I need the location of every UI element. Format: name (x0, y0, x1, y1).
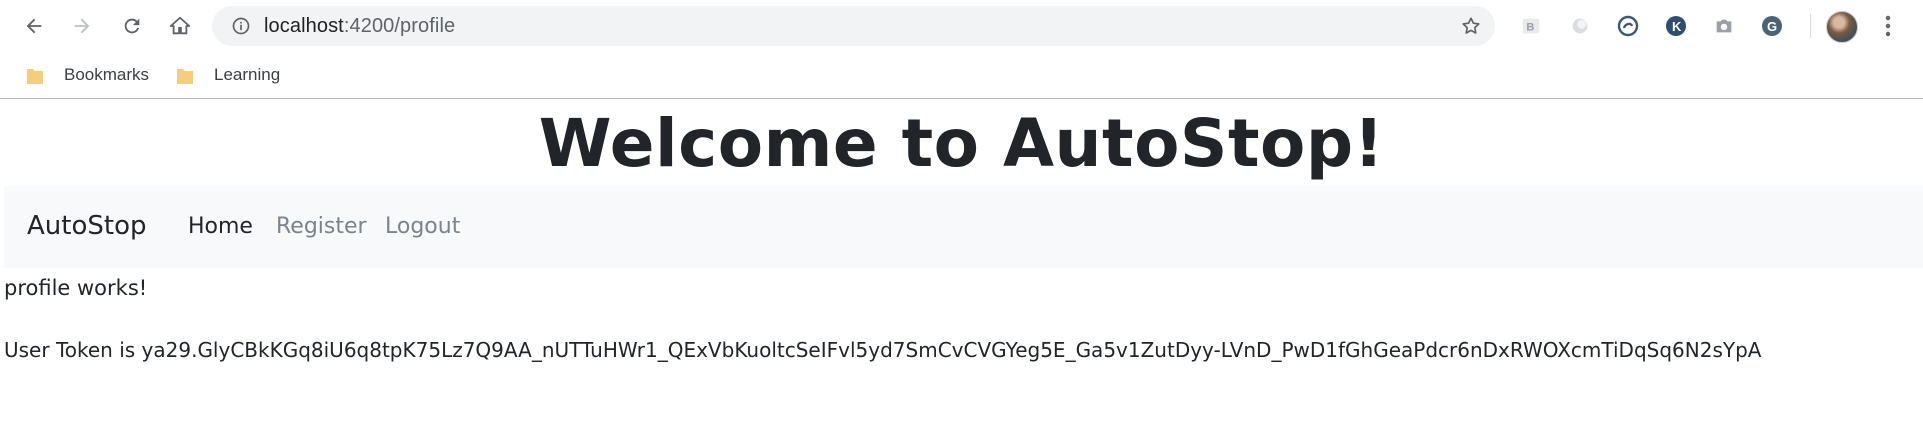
extension-b-icon[interactable]: B (1517, 12, 1545, 40)
extension-k-icon[interactable]: K (1662, 12, 1690, 40)
navbar: AutoStop Home Register Logout (4, 186, 1923, 268)
bookmark-folder-bookmarks[interactable]: Bookmarks (26, 62, 149, 88)
extension-swirl-icon[interactable] (1614, 12, 1642, 40)
reload-icon (124, 18, 140, 34)
info-icon[interactable] (230, 15, 252, 37)
nav-link-home[interactable]: Home (188, 214, 253, 240)
kebab-menu-icon[interactable] (1878, 12, 1898, 40)
home-button[interactable] (164, 10, 196, 42)
toolbar-divider (1810, 14, 1811, 38)
url-text[interactable]: localhost:4200/profile (264, 15, 455, 37)
forward-arrow-icon (74, 18, 90, 34)
nav-link-logout[interactable]: Logout (385, 214, 460, 240)
user-token-text: User Token is ya29.GlyCBkKGq8iU6q8tpK75L… (4, 338, 1762, 362)
bookmark-label: Learning (214, 65, 281, 84)
folder-icon (176, 66, 194, 84)
url-host: localhost (264, 15, 344, 37)
folder-icon (26, 66, 44, 84)
extension-g-icon[interactable]: G (1758, 12, 1786, 40)
profile-avatar[interactable] (1826, 11, 1858, 43)
bookmark-star-icon[interactable] (1459, 14, 1483, 38)
browser-toolbar: localhost:4200/profile B K G (0, 0, 1923, 52)
svg-text:B: B (1526, 22, 1534, 34)
page-title: Welcome to AutoStop! (538, 105, 1385, 182)
address-bar[interactable]: localhost:4200/profile (212, 6, 1495, 46)
camera-icon[interactable] (1710, 12, 1738, 40)
page-content: Welcome to AutoStop! AutoStop Home Regis… (4, 99, 1923, 446)
svg-text:G: G (1767, 19, 1777, 34)
profile-status-text: profile works! (4, 276, 148, 300)
home-icon (169, 16, 191, 35)
svg-text:K: K (1672, 19, 1682, 34)
nav-link-register[interactable]: Register (276, 214, 367, 240)
extension-circle-icon[interactable] (1566, 12, 1594, 40)
bookmark-label: Bookmarks (64, 65, 150, 84)
bookmark-folder-learning[interactable]: Learning (176, 62, 280, 88)
back-arrow-icon (26, 18, 42, 34)
navbar-brand[interactable]: AutoStop (27, 211, 146, 241)
back-button[interactable] (18, 10, 50, 42)
forward-button[interactable] (66, 10, 98, 42)
bookmarks-bar: Bookmarks Learning (0, 52, 1923, 99)
url-path: :4200/profile (343, 15, 456, 37)
reload-button[interactable] (116, 10, 148, 42)
